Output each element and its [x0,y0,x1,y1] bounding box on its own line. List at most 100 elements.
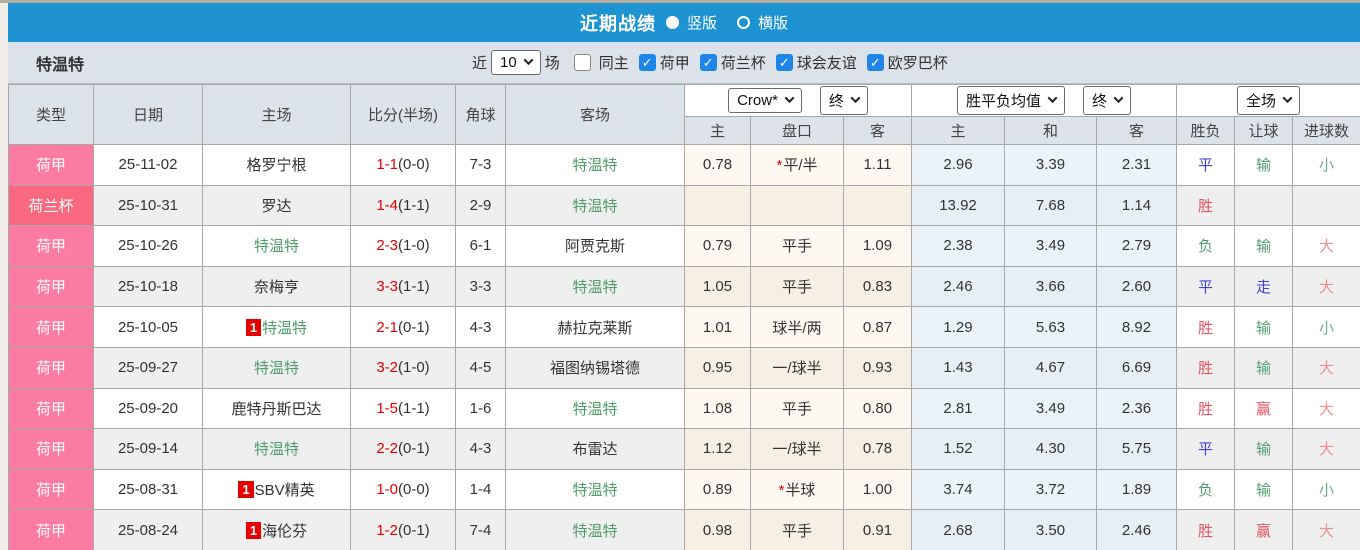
avg-draw: 3.72 [1005,469,1097,510]
match-date: 25-09-20 [94,388,203,429]
odds-line: 一/球半 [751,429,844,470]
league-badge: 荷甲 [9,347,94,388]
header-handicap: 让球 [1235,117,1293,145]
odds-away: 1.09 [844,226,912,267]
score: 1-0(0-0) [351,469,456,510]
panel-title: 近期战绩 [580,10,656,36]
header-goals: 进球数 [1293,117,1360,145]
odds-home: 1.08 [685,388,751,429]
chevron-down-icon [1114,93,1124,103]
header-home: 主场 [203,85,351,145]
odds-dropdown-cell: Crow* 终 [685,85,912,117]
radio-vertical-label[interactable]: 竖版 [687,12,717,33]
result-wdl: 胜 [1177,307,1235,348]
odds-away: 1.11 [844,145,912,186]
red-card-count: 1 [246,522,261,539]
score: 1-5(1-1) [351,388,456,429]
avg-home: 2.68 [912,510,1005,550]
league-badge: 荷甲 [9,388,94,429]
corner-score: 3-3 [456,266,506,307]
home-team: 特温特 [203,226,351,267]
avg-home: 1.52 [912,429,1005,470]
match-count-select[interactable]: 10 [491,50,541,75]
corner-score: 1-6 [456,388,506,429]
avg-home: 1.29 [912,307,1005,348]
header-away: 客场 [506,85,685,145]
league-label-1: 荷兰杯 [721,52,766,73]
home-team: 特温特 [203,429,351,470]
avg-away: 2.31 [1097,145,1177,186]
home-team: 1海伦芬 [203,510,351,550]
header-odds-line: 盘口 [751,117,844,145]
away-team: 特温特 [506,185,685,226]
result-handicap: 输 [1235,307,1293,348]
chevron-down-icon [850,93,860,103]
league-label-3: 欧罗巴杯 [888,52,948,73]
away-team: 特温特 [506,145,685,186]
same-home-checkbox[interactable] [574,54,591,71]
league-checkbox-2[interactable]: ✓ [776,54,793,71]
match-date: 25-11-02 [94,145,203,186]
odds-home: 0.78 [685,145,751,186]
result-goals: 大 [1293,388,1360,429]
avg-away: 2.36 [1097,388,1177,429]
away-team: 特温特 [506,388,685,429]
table-row: 荷甲25-08-311SBV精英1-0(0-0)1-4特温特0.89*半球1.0… [9,469,1360,510]
score: 2-2(0-1) [351,429,456,470]
avg-home: 1.43 [912,347,1005,388]
avg-draw: 3.50 [1005,510,1097,550]
table-row: 荷甲25-10-18奈梅亨3-3(1-1)3-3特温特1.05平手0.832.4… [9,266,1360,307]
radio-unselected-icon[interactable] [737,16,750,29]
score: 3-3(1-1) [351,266,456,307]
avg-draw: 3.49 [1005,388,1097,429]
result-handicap [1235,185,1293,226]
result-handicap: 赢 [1235,388,1293,429]
radio-selected-icon[interactable] [666,16,679,29]
red-card-count: 1 [246,319,261,336]
scope-dropdown-cell: 全场 [1177,85,1360,117]
corner-score: 4-3 [456,429,506,470]
corner-score: 7-4 [456,510,506,550]
avg-away: 2.60 [1097,266,1177,307]
result-wdl: 胜 [1177,388,1235,429]
league-badge: 荷甲 [9,510,94,550]
match-date: 25-10-31 [94,185,203,226]
league-badge: 荷甲 [9,226,94,267]
radio-horizontal-label[interactable]: 横版 [758,12,788,33]
match-date: 25-09-14 [94,429,203,470]
recent-results-panel: 近期战绩 竖版 横版 特温特 近 10 场 同主 ✓ 荷甲 ✓ 荷兰杯 ✓ 球会… [8,3,1360,550]
avg-draw: 4.30 [1005,429,1097,470]
odds-line: 平手 [751,226,844,267]
avg-draw: 7.68 [1005,185,1097,226]
away-team: 特温特 [506,469,685,510]
score: 2-1(0-1) [351,307,456,348]
table-row: 荷甲25-10-051特温特2-1(0-1)4-3赫拉克莱斯1.01球半/两0.… [9,307,1360,348]
result-goals: 大 [1293,510,1360,550]
header-avg-away: 客 [1097,117,1177,145]
same-home-label: 同主 [599,52,629,73]
chevron-down-icon [523,55,533,65]
league-checkbox-0[interactable]: ✓ [639,54,656,71]
avg-away: 2.46 [1097,510,1177,550]
result-wdl: 胜 [1177,510,1235,550]
league-checkbox-3[interactable]: ✓ [867,54,884,71]
result-handicap: 赢 [1235,510,1293,550]
results-table: 类型 日期 主场 比分(半场) 角球 客场 Crow* 终 胜平负均值 终 [8,84,1360,550]
odds-home [685,185,751,226]
odds-company-select[interactable]: Crow* [728,88,802,113]
odds-time-select[interactable]: 终 [820,86,868,115]
header-score: 比分(半场) [351,85,456,145]
result-scope-select[interactable]: 全场 [1237,86,1300,115]
avg-type-select[interactable]: 胜平负均值 [957,86,1065,115]
result-handicap: 走 [1235,266,1293,307]
league-label-2: 球会友谊 [797,52,857,73]
league-checkbox-1[interactable]: ✓ [700,54,717,71]
table-row: 荷甲25-08-241海伦芬1-2(0-1)7-4特温特0.98平手0.912.… [9,510,1360,550]
match-date: 25-08-24 [94,510,203,550]
avg-time-select[interactable]: 终 [1083,86,1131,115]
avg-draw: 3.66 [1005,266,1097,307]
home-team: 1SBV精英 [203,469,351,510]
result-goals: 小 [1293,469,1360,510]
score: 1-1(0-0) [351,145,456,186]
header-result: 胜负 [1177,117,1235,145]
